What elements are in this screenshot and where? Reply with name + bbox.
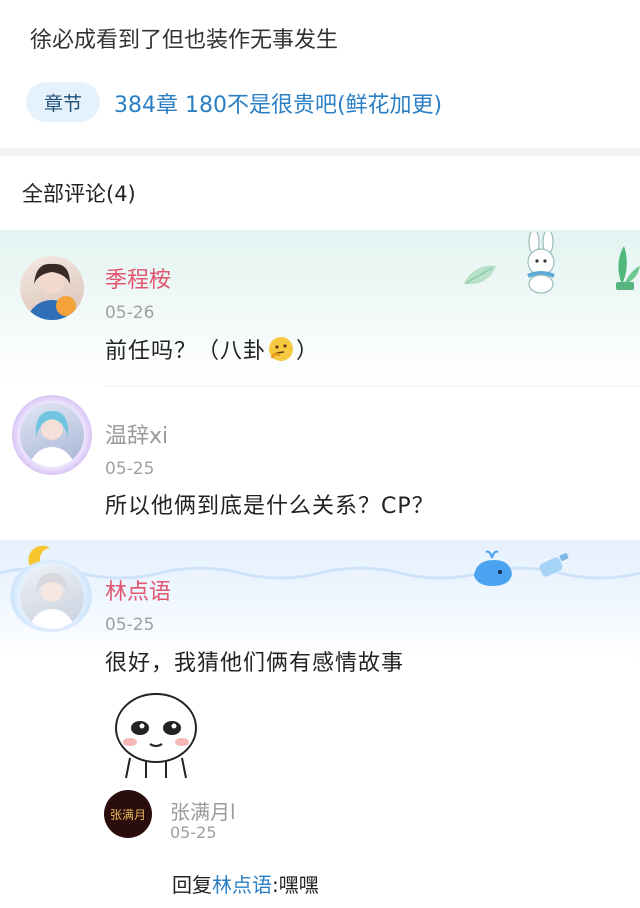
reply-target-user[interactable]: 林点语	[212, 873, 272, 897]
comment-2-date: 05-25	[105, 459, 155, 479]
comment-2-username[interactable]: 温辞xi	[105, 418, 168, 450]
reply-date: 05-25	[170, 823, 217, 842]
comment-separator	[105, 386, 640, 387]
bottle-icon	[539, 552, 569, 577]
reply-username[interactable]: 张满月l	[170, 796, 236, 825]
username-text[interactable]: 温辞xi	[105, 424, 168, 449]
chapter-link[interactable]: 384章 180不是很贵吧(鲜花加更)	[114, 87, 442, 119]
rabbit-icon	[527, 232, 555, 294]
avatar-girl-icon	[26, 263, 78, 320]
reply-text: 回复林点语:嘿嘿	[172, 869, 319, 898]
face-sticker-icon	[115, 693, 197, 779]
username-text[interactable]: 季程桉	[105, 268, 171, 293]
avatar-girl-icon	[28, 573, 76, 629]
reply-avatar[interactable]: 张满月	[104, 790, 152, 838]
username-text[interactable]: 林点语	[105, 580, 171, 605]
plant-icon	[616, 246, 640, 290]
comment-1-date: 05-26	[105, 303, 155, 323]
reply-prefix: 回复	[172, 873, 212, 897]
thinking-face-icon	[268, 336, 294, 368]
comment-text-part: ）	[296, 339, 320, 364]
chapter-intro-text: 徐必成看到了但也装作无事发生	[30, 28, 339, 53]
reply-content: 嘿嘿	[278, 873, 319, 897]
chapter-tag: 章节	[26, 82, 100, 122]
sticker-image[interactable]	[106, 688, 202, 780]
leaf-icon	[464, 265, 496, 285]
comment-1-username[interactable]: 季程桉	[105, 262, 171, 294]
reply-avatar-logo: 张满月	[109, 807, 146, 822]
comment-3-username[interactable]: 林点语	[105, 574, 171, 606]
avatar[interactable]	[20, 256, 84, 320]
whale-icon	[474, 550, 512, 586]
comment-3-date: 05-25	[105, 615, 155, 635]
avatar-girl-icon	[28, 411, 76, 467]
reply-separator: :	[272, 873, 279, 897]
comment-text-part: 前任吗？（八卦	[105, 339, 267, 364]
section-divider	[0, 148, 640, 156]
comments-header: 全部评论(4)	[22, 182, 136, 206]
avatar[interactable]	[20, 565, 84, 629]
comment-2-text: 所以他俩到底是什么关系？CP？	[105, 494, 435, 519]
comment-1-text: 前任吗？（八卦 ）	[105, 333, 319, 368]
comment-3-text: 很好，我猜他们俩有感情故事	[105, 651, 405, 676]
avatar[interactable]	[20, 403, 84, 467]
